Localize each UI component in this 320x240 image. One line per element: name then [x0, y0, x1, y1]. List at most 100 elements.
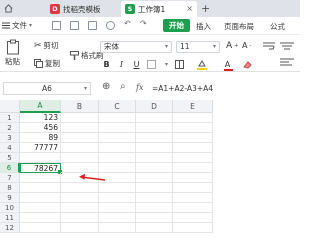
cell-a11[interactable] — [20, 213, 61, 223]
cell-c4[interactable] — [99, 143, 136, 153]
column-header-d[interactable]: D — [136, 100, 173, 113]
row-header-4[interactable]: 4 — [0, 143, 20, 153]
cell-d3[interactable] — [136, 133, 173, 143]
font-size-select[interactable]: 11 ▾ — [176, 41, 220, 53]
border-icon[interactable] — [146, 59, 157, 70]
cell-b12[interactable] — [61, 223, 99, 233]
cell-e5[interactable] — [173, 153, 213, 163]
cell-a6[interactable]: 78267 — [20, 163, 61, 173]
clear-format-icon[interactable] — [242, 59, 253, 70]
column-header-a[interactable]: A — [20, 100, 61, 113]
cell-c12[interactable] — [99, 223, 136, 233]
magnify-icon[interactable]: ⌕ — [120, 81, 126, 92]
cell-e10[interactable] — [173, 203, 213, 213]
font-color-icon[interactable]: A — [222, 59, 233, 71]
cell-e9[interactable] — [173, 193, 213, 203]
cell-b1[interactable] — [61, 113, 99, 123]
redo-icon[interactable]: ↷ — [140, 19, 149, 28]
home-button[interactable] — [0, 0, 16, 17]
cell-d10[interactable] — [136, 203, 173, 213]
font-name-select[interactable]: 宋体 ▾ — [100, 41, 172, 53]
cell-c5[interactable] — [99, 153, 136, 163]
close-icon[interactable]: × — [186, 4, 193, 13]
row-header-11[interactable]: 11 — [0, 213, 20, 223]
cell-c3[interactable] — [99, 133, 136, 143]
format-painter-button[interactable]: 格式刷 — [70, 50, 104, 61]
fx-icon[interactable]: fx — [136, 83, 143, 92]
cell-e1[interactable] — [173, 113, 213, 123]
tab-formulas[interactable]: 公式 — [270, 21, 285, 32]
chevron-down-icon[interactable]: ▾ — [161, 59, 172, 70]
cell-d5[interactable] — [136, 153, 173, 163]
cell-d7[interactable] — [136, 173, 173, 183]
font-grow-button[interactable]: A + — [226, 41, 238, 51]
row-header-12[interactable]: 12 — [0, 223, 20, 233]
row-header-2[interactable]: 2 — [0, 123, 20, 133]
cell-e6[interactable] — [173, 163, 213, 173]
row-header-5[interactable]: 5 — [0, 153, 20, 163]
cell-a1[interactable]: 123 — [20, 113, 61, 123]
cell-b8[interactable] — [61, 183, 99, 193]
undo-icon[interactable]: ↶ — [124, 19, 133, 28]
cell-b9[interactable] — [61, 193, 99, 203]
cell-b10[interactable] — [61, 203, 99, 213]
underline-button[interactable]: U — [131, 59, 142, 70]
cell-b5[interactable] — [61, 153, 99, 163]
wrap-icon[interactable] — [263, 42, 275, 50]
print-icon[interactable] — [88, 21, 97, 30]
cell-b7[interactable] — [61, 173, 99, 183]
cell-e3[interactable] — [173, 133, 213, 143]
name-box[interactable]: A6 ▾ — [3, 82, 91, 95]
cell-c8[interactable] — [99, 183, 136, 193]
cell-e12[interactable] — [173, 223, 213, 233]
cell-c11[interactable] — [99, 213, 136, 223]
column-header-c[interactable]: C — [99, 100, 136, 113]
paste-button[interactable]: 粘贴 — [5, 39, 20, 67]
save-icon[interactable] — [52, 21, 61, 30]
tab-home[interactable]: 开始 — [163, 19, 190, 32]
zoom-icon[interactable]: ⊕ — [102, 81, 110, 92]
cell-d4[interactable] — [136, 143, 173, 153]
italic-button[interactable]: I — [116, 59, 127, 70]
cell-a5[interactable] — [20, 153, 61, 163]
cell-a9[interactable] — [20, 193, 61, 203]
cell-a8[interactable] — [20, 183, 61, 193]
formula-input[interactable]: =A1+A2-A3+A4 — [152, 84, 213, 93]
row-header-3[interactable]: 3 — [0, 133, 20, 143]
row-header-8[interactable]: 8 — [0, 183, 20, 193]
new-tab-button[interactable]: + — [201, 2, 210, 15]
cell-d2[interactable] — [136, 123, 173, 133]
align-left-icon[interactable] — [280, 58, 294, 66]
cell-a7[interactable] — [20, 173, 61, 183]
cell-e2[interactable] — [173, 123, 213, 133]
cell-b4[interactable] — [61, 143, 99, 153]
copy-button[interactable]: 复制 — [34, 58, 60, 69]
export-icon[interactable] — [70, 21, 79, 30]
cell-d6[interactable] — [136, 163, 173, 173]
cell-e4[interactable] — [173, 143, 213, 153]
tab-insert[interactable]: 插入 — [196, 21, 211, 32]
row-header-9[interactable]: 9 — [0, 193, 20, 203]
row-header-10[interactable]: 10 — [0, 203, 20, 213]
cell-d9[interactable] — [136, 193, 173, 203]
cell-c6[interactable] — [99, 163, 136, 173]
file-menu[interactable]: 文件 ▾ — [2, 20, 32, 31]
cut-button[interactable]: ✂ 剪切 — [34, 40, 59, 51]
cell-d12[interactable] — [136, 223, 173, 233]
cell-c7[interactable] — [99, 173, 136, 183]
cell-c9[interactable] — [99, 193, 136, 203]
bold-button[interactable]: B — [101, 59, 112, 70]
row-header-6[interactable]: 6 — [0, 163, 20, 173]
merge-icon[interactable] — [174, 59, 185, 70]
cell-a4[interactable]: 77777 — [20, 143, 61, 153]
cell-a3[interactable]: 89 — [20, 133, 61, 143]
cell-d1[interactable] — [136, 113, 173, 123]
cell-d11[interactable] — [136, 213, 173, 223]
cell-e11[interactable] — [173, 213, 213, 223]
cell-b2[interactable] — [61, 123, 99, 133]
select-all-corner[interactable] — [0, 100, 20, 113]
preview-icon[interactable] — [106, 21, 115, 30]
row-header-1[interactable]: 1 — [0, 113, 20, 123]
cell-c2[interactable] — [99, 123, 136, 133]
cell-a12[interactable] — [20, 223, 61, 233]
